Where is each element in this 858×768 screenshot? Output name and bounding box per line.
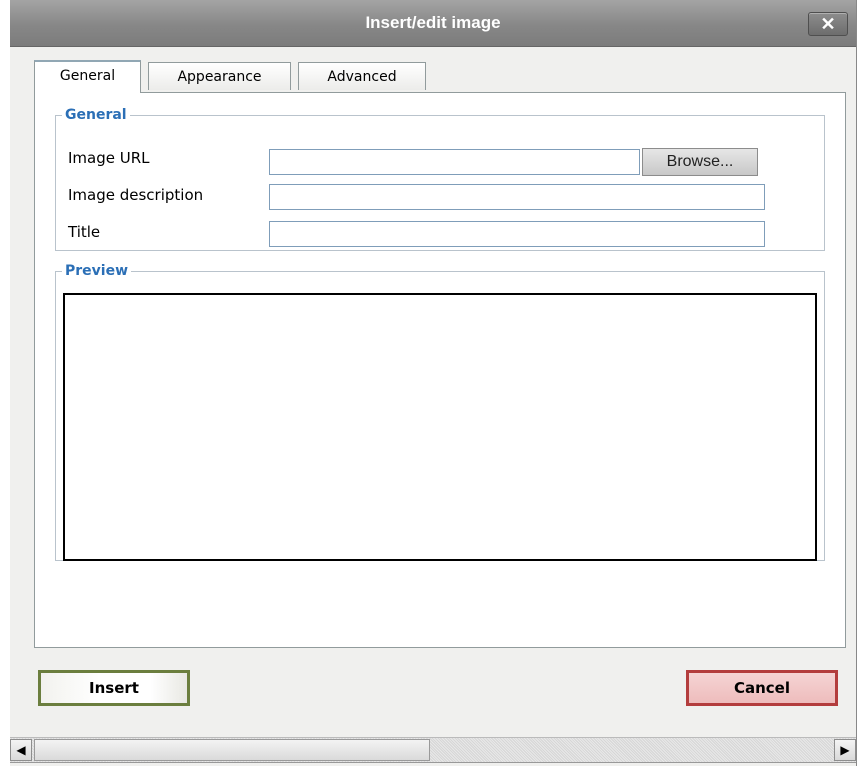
tab-appearance[interactable]: Appearance (148, 62, 291, 90)
preview-legend: Preview (65, 263, 129, 279)
preview-area (63, 293, 817, 561)
general-fieldset: General Image URL Browse... Image descri… (55, 107, 825, 251)
image-url-label: Image URL (68, 149, 150, 167)
dialog-title: Insert/edit image (365, 13, 501, 32)
image-url-input[interactable] (269, 149, 640, 175)
general-legend: General (65, 107, 127, 123)
title-input[interactable] (269, 221, 765, 247)
image-description-input[interactable] (269, 184, 765, 210)
tab-general[interactable]: General (34, 60, 141, 93)
scroll-left-icon[interactable]: ◀ (10, 739, 32, 761)
insert-button[interactable]: Insert (38, 670, 190, 706)
insert-edit-image-dialog: Insert/edit image ✕ General Appearance A… (10, 0, 857, 766)
tab-advanced[interactable]: Advanced (298, 62, 426, 90)
title-bar[interactable]: Insert/edit image ✕ (10, 0, 856, 47)
scroll-right-icon[interactable]: ▶ (834, 739, 856, 761)
cancel-button[interactable]: Cancel (686, 670, 838, 706)
close-icon: ✕ (820, 14, 836, 34)
title-label: Title (68, 223, 101, 241)
general-panel: General Image URL Browse... Image descri… (34, 92, 846, 648)
scroll-thumb[interactable] (34, 739, 430, 761)
preview-fieldset: Preview (55, 263, 825, 561)
image-description-label: Image description (68, 186, 204, 204)
horizontal-scrollbar[interactable]: ◀ ▶ (10, 737, 856, 763)
browse-button[interactable]: Browse... (642, 148, 758, 176)
close-button[interactable]: ✕ (808, 12, 848, 36)
